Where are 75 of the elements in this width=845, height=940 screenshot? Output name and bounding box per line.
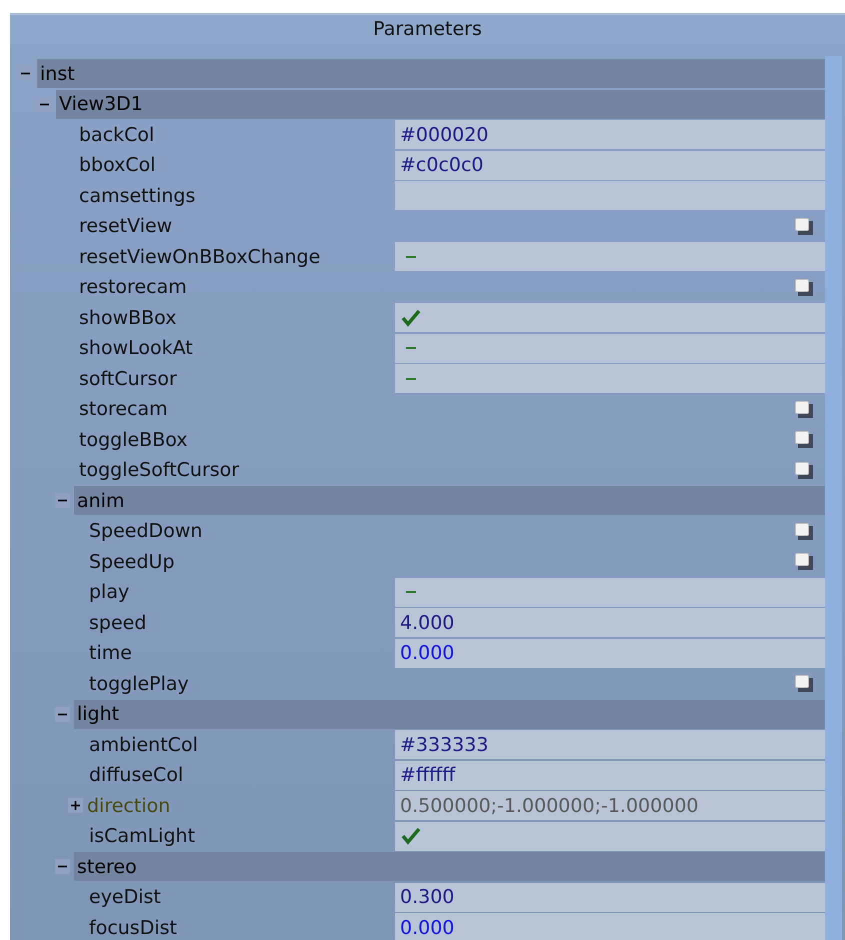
checkbox-field[interactable] [395, 303, 825, 332]
checkbox-field[interactable] [395, 364, 825, 394]
checkmark-icon [400, 308, 422, 328]
parameter-label: bboxCol [79, 153, 156, 178]
scrollbar[interactable] [825, 56, 842, 940]
trigger-button[interactable] [795, 400, 813, 418]
minus-icon[interactable] [18, 66, 33, 82]
value-text: 4.000 [400, 610, 454, 636]
parameter-label: toggleBBox [79, 428, 188, 452]
parameter-label: resetView [79, 214, 172, 239]
value-text: #c0c0c0 [400, 153, 484, 178]
value-field[interactable] [395, 181, 825, 210]
value-field[interactable]: 0.000 [395, 638, 825, 668]
trigger-button[interactable] [795, 462, 813, 479]
trigger-button[interactable] [795, 431, 813, 448]
panel-title: Parameters [10, 15, 845, 44]
unchecked-dash-icon [406, 591, 416, 594]
parameter-label: focusDist [89, 916, 177, 940]
trigger-button[interactable] [795, 553, 813, 570]
value-field[interactable]: #ffffff [395, 760, 825, 790]
parameter-label: SpeedDown [89, 519, 202, 544]
parameter-label: resetViewOnBBoxChange [79, 244, 320, 270]
trigger-button[interactable] [795, 675, 813, 692]
parameter-label: storecam [79, 397, 168, 422]
parameter-label: time [89, 641, 132, 666]
group-header[interactable]: View3D1 [56, 90, 825, 119]
trigger-button[interactable] [795, 522, 813, 540]
parameter-label: softCursor [79, 366, 177, 392]
minus-icon[interactable] [55, 493, 70, 508]
parameter-label: eyeDist [89, 885, 161, 910]
parameter-label: direction [87, 794, 170, 818]
value-field[interactable]: #000020 [395, 120, 825, 150]
unchecked-dash-icon [406, 256, 416, 258]
parameter-label: togglePlay [89, 672, 189, 696]
checkmark-icon [400, 826, 422, 846]
minus-icon[interactable] [55, 706, 70, 722]
minus-icon[interactable] [55, 859, 70, 874]
value-text: 0.000 [400, 916, 454, 940]
value-field[interactable]: #333333 [395, 730, 825, 760]
parameter-label: camsettings [79, 184, 196, 208]
parameter-label: restorecam [79, 275, 187, 300]
minus-icon[interactable] [37, 96, 52, 112]
value-text: #ffffff [400, 763, 456, 788]
value-text: 0.300 [400, 885, 454, 910]
group-header[interactable]: anim [74, 486, 825, 516]
parameter-label: showBBox [79, 306, 176, 330]
parameter-label: speed [89, 610, 146, 636]
unchecked-dash-icon [406, 347, 416, 350]
value-field: 0.500000;-1.000000;-1.000000 [395, 791, 825, 820]
checkbox-field[interactable] [395, 242, 825, 272]
value-field[interactable]: 4.000 [395, 608, 825, 638]
group-header[interactable]: inst [37, 59, 825, 88]
unchecked-dash-icon [406, 378, 416, 380]
parameter-label: play [89, 580, 130, 605]
parameter-label: diffuseCol [89, 763, 184, 788]
trigger-button[interactable] [795, 278, 813, 296]
plus-icon[interactable] [68, 798, 83, 814]
parameter-label: toggleSoftCursor [79, 458, 240, 483]
parameter-label: ambientCol [89, 732, 198, 758]
value-text: #333333 [400, 732, 488, 758]
group-header[interactable]: stereo [74, 852, 825, 882]
value-field[interactable]: 0.000 [395, 913, 825, 940]
checkbox-field[interactable] [395, 822, 825, 851]
parameter-label: backCol [79, 122, 154, 148]
checkbox-field[interactable] [395, 578, 825, 607]
value-field[interactable]: 0.300 [395, 882, 825, 912]
value-text: #000020 [400, 122, 488, 148]
checkbox-field[interactable] [395, 334, 825, 363]
value-field[interactable]: #c0c0c0 [395, 150, 825, 180]
group-header[interactable]: light [74, 700, 825, 729]
parameter-label: isCamLight [89, 824, 196, 849]
parameter-label: SpeedUp [89, 550, 175, 574]
value-text: 0.000 [400, 641, 454, 666]
parameter-label: showLookAt [79, 336, 193, 361]
trigger-button[interactable] [795, 218, 813, 235]
